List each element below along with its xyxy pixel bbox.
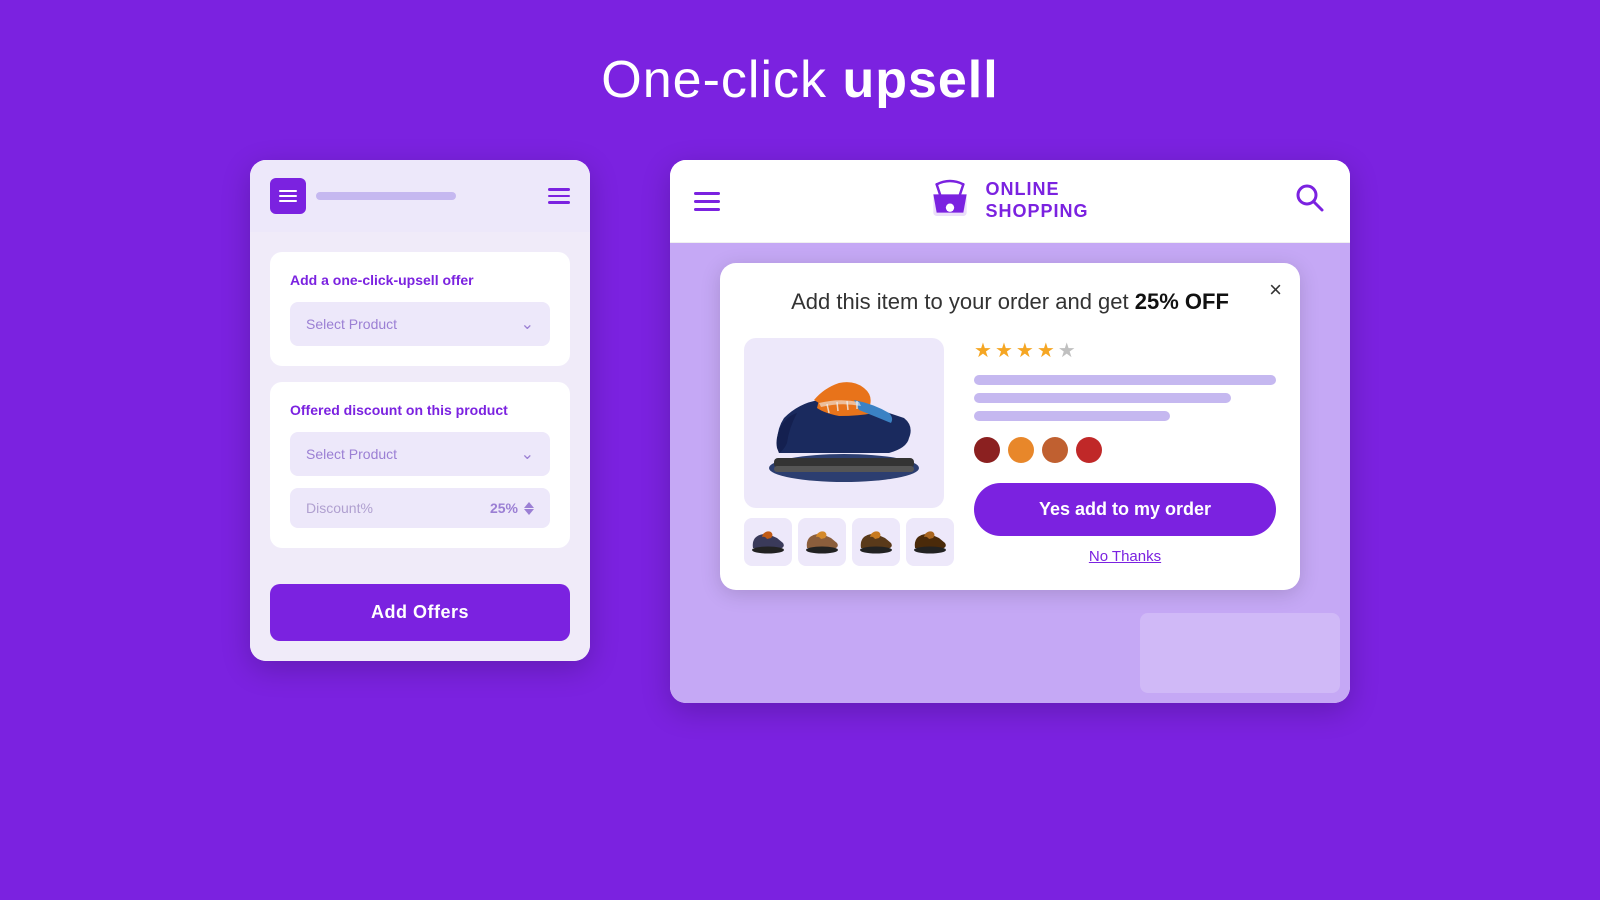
popup-title-bold: 25% OFF [1135,289,1229,314]
star-rating: ★ ★ ★ ★ ★ [974,338,1276,363]
thumb-4[interactable] [906,518,954,566]
desc-line-2 [974,393,1231,403]
admin-header-bar [316,192,456,200]
admin-section-discount: Offered discount on this product Select … [270,382,570,548]
star-4: ★ [1037,338,1055,363]
select-product-label-2: Select Product [306,446,397,462]
color-swatch-2[interactable] [1008,437,1034,463]
upsell-section-title: Add a one-click-upsell offer [290,272,550,288]
admin-header-left [270,178,456,214]
page-title: One-click upsell [601,50,998,110]
color-swatch-3[interactable] [1042,437,1068,463]
star-1: ★ [974,338,992,363]
no-thanks-link[interactable]: No Thanks [974,548,1276,565]
shop-menu-icon[interactable] [694,192,720,211]
product-image-area [744,338,954,566]
discount-input: Discount% 25% [290,488,550,528]
chevron-down-icon-2: ⌄ [521,444,534,464]
desc-line-3 [974,411,1170,421]
thumb-2[interactable] [798,518,846,566]
search-icon[interactable] [1294,182,1326,221]
star-5: ★ [1058,338,1076,363]
discount-section-title: Offered discount on this product [290,402,550,418]
hamburger-icon[interactable] [548,188,570,204]
discount-label: Discount% [306,500,373,516]
title-regular: One-click [601,51,842,109]
shop-header: ONLINE SHOPPING [670,160,1350,243]
yes-add-to-order-button[interactable]: Yes add to my order [974,483,1276,536]
admin-icon [270,178,306,214]
shopping-cart-icon [925,176,975,226]
star-3: ★ [1016,338,1034,363]
product-main-image [744,338,944,508]
desc-line-1 [974,375,1276,385]
discount-value: 25% [490,500,518,516]
discount-spinner[interactable] [524,502,534,515]
color-swatch-1[interactable] [974,437,1000,463]
product-shoe-image [759,358,929,488]
shop-body: × Add this item to your order and get 25… [670,243,1350,703]
product-thumbnails [744,518,954,566]
popup-title-regular: Add this item to your order and get [791,289,1135,314]
close-icon[interactable]: × [1269,279,1282,301]
popup-content: ★ ★ ★ ★ ★ [744,338,1276,566]
thumb-1[interactable] [744,518,792,566]
select-product-dropdown-2[interactable]: Select Product ⌄ [290,432,550,476]
thumb-3[interactable] [852,518,900,566]
shop-logo-shopping: SHOPPING [985,201,1088,223]
admin-panel-body: Add a one-click-upsell offer Select Prod… [250,232,590,568]
chevron-down-icon-1: ⌄ [521,314,534,334]
shop-panel: ONLINE SHOPPING × Add this item to your … [670,160,1350,703]
content-area: Add a one-click-upsell offer Select Prod… [0,160,1600,703]
discount-value-area: 25% [490,500,534,516]
product-info: ★ ★ ★ ★ ★ [974,338,1276,565]
shop-logo-text: ONLINE SHOPPING [985,179,1088,222]
product-description-lines [974,375,1276,421]
admin-section-upsell: Add a one-click-upsell offer Select Prod… [270,252,570,366]
popup-title: Add this item to your order and get 25% … [744,287,1276,318]
admin-panel: Add a one-click-upsell offer Select Prod… [250,160,590,661]
upsell-popup: × Add this item to your order and get 25… [720,263,1300,590]
shop-logo: ONLINE SHOPPING [925,176,1088,226]
color-swatches [974,437,1276,463]
title-bold: upsell [842,51,998,109]
color-swatch-4[interactable] [1076,437,1102,463]
bg-decoration [1140,613,1340,693]
select-product-label-1: Select Product [306,316,397,332]
star-2: ★ [995,338,1013,363]
shop-logo-online: ONLINE [985,179,1088,201]
add-offers-button[interactable]: Add Offers [270,584,570,641]
admin-panel-footer: Add Offers [250,568,590,661]
select-product-dropdown-1[interactable]: Select Product ⌄ [290,302,550,346]
admin-panel-header [250,160,590,232]
